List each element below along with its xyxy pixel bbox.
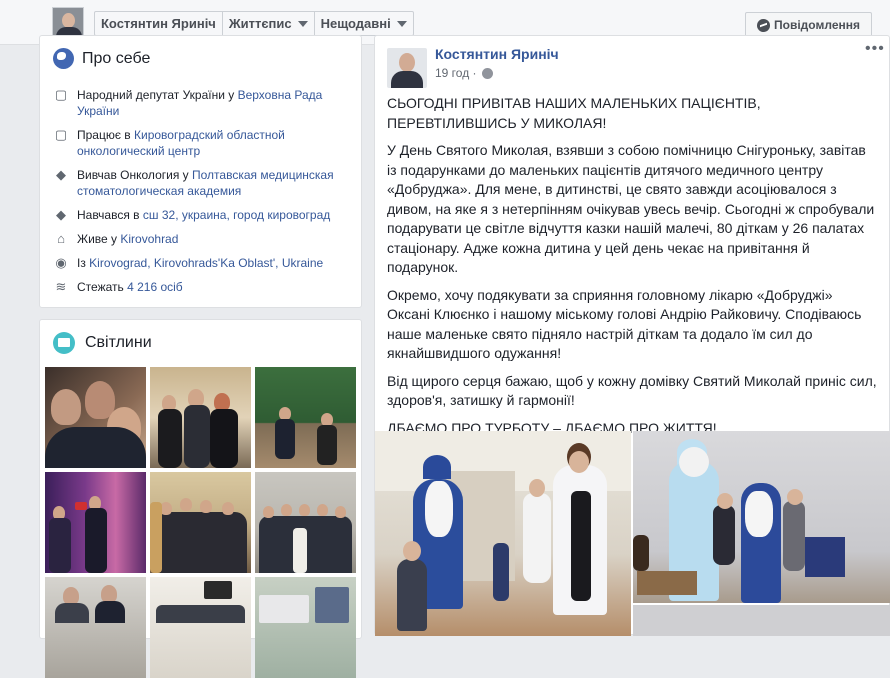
crumb-timeline[interactable]: Життєпис bbox=[223, 12, 315, 35]
photo-thumbnail[interactable] bbox=[255, 577, 356, 678]
about-item-work: ▢ Народний депутат України у Верховна Ра… bbox=[54, 87, 323, 118]
globe-icon bbox=[481, 67, 493, 79]
photo-thumbnail[interactable] bbox=[255, 367, 356, 468]
photo-thumbnail[interactable] bbox=[150, 367, 251, 468]
post-card: Костянтин Яриніч 19 год · ••• СЬОГОДНІ П… bbox=[374, 35, 890, 636]
graduation-cap-icon: ◆ bbox=[56, 207, 66, 222]
messenger-icon bbox=[757, 18, 771, 32]
crumb-profile-name[interactable]: Костянтин Яриніч bbox=[95, 12, 223, 35]
crumb-recent[interactable]: Нещодавні bbox=[315, 12, 413, 35]
graduation-cap-icon: ◆ bbox=[56, 167, 66, 182]
about-item-lives: ⌂ Живе у Kirovohrad bbox=[53, 231, 353, 247]
link-followers[interactable]: 4 216 осіб bbox=[127, 280, 183, 294]
post-photo[interactable] bbox=[375, 431, 631, 636]
about-card: Про себе ▢ Народний депутат України у Ве… bbox=[39, 35, 362, 308]
post-photo[interactable] bbox=[633, 431, 890, 603]
briefcase-icon: ▢ bbox=[54, 127, 68, 142]
post-paragraph: Від щирого серця бажаю, щоб у кожну домі… bbox=[387, 372, 877, 409]
link-hometown[interactable]: Kirovograd, Kirovohrads'Ka Oblast', Ukra… bbox=[89, 256, 323, 270]
message-button-label: Повідомлення bbox=[774, 18, 860, 32]
post-meta: 19 год · bbox=[435, 66, 493, 80]
photo-icon bbox=[53, 332, 75, 354]
post-paragraph: Окремо, хочу подякувати за сприяння голо… bbox=[387, 286, 862, 362]
link-current-city[interactable]: Kirovohrad bbox=[120, 232, 178, 246]
map-pin-icon: ◉ bbox=[55, 255, 67, 270]
rss-icon: ≋ bbox=[55, 279, 67, 294]
chevron-down-icon bbox=[396, 20, 407, 27]
photo-thumbnail[interactable] bbox=[45, 367, 146, 468]
post-text: СЬОГОДНІ ПРИВІТАВ НАШИХ МАЛЕНЬКИХ ПАЦІЄН… bbox=[387, 94, 879, 446]
photo-thumbnail[interactable] bbox=[150, 577, 251, 678]
photos-title[interactable]: Світлини bbox=[85, 334, 152, 352]
photo-grid bbox=[45, 367, 357, 678]
post-timestamp[interactable]: 19 год · bbox=[435, 66, 477, 80]
post-author-avatar[interactable] bbox=[387, 48, 427, 88]
about-item-followers: ≋ Стежать 4 216 осіб bbox=[53, 279, 353, 295]
about-item-school: ◆ Навчався в сш 32, украина, город киров… bbox=[53, 207, 353, 223]
about-title: Про себе bbox=[82, 49, 151, 67]
about-list: ▢ Народний депутат України у Верховна Ра… bbox=[53, 87, 353, 303]
post-paragraph: У День Святого Миколая, взявши з собою п… bbox=[387, 142, 875, 275]
briefcase-icon: ▢ bbox=[54, 87, 68, 102]
about-item-work: ▢ Працює в Кировоградский областной онко… bbox=[54, 127, 285, 158]
home-icon: ⌂ bbox=[57, 231, 65, 246]
chevron-down-icon bbox=[297, 20, 308, 27]
post-paragraph: СЬОГОДНІ ПРИВІТАВ НАШИХ МАЛЕНЬКИХ ПАЦІЄН… bbox=[387, 95, 761, 131]
photo-thumbnail[interactable] bbox=[150, 472, 251, 573]
photo-thumbnail[interactable] bbox=[45, 577, 146, 678]
breadcrumb: Костянтин Яриніч Життєпис Нещодавні bbox=[94, 11, 414, 36]
about-item-hometown: ◉ Із Kirovograd, Kirovohrads'Ka Oblast',… bbox=[53, 255, 353, 271]
post-author-name[interactable]: Костянтин Яриніч bbox=[435, 46, 559, 62]
post-photo[interactable] bbox=[633, 605, 890, 636]
photo-thumbnail[interactable] bbox=[45, 472, 146, 573]
photo-thumbnail[interactable] bbox=[255, 472, 356, 573]
link-school[interactable]: сш 32, украина, город кировоград bbox=[143, 208, 330, 222]
more-options-icon[interactable]: ••• bbox=[865, 40, 885, 58]
globe-icon bbox=[53, 48, 74, 69]
photos-card: Світлини bbox=[39, 319, 362, 678]
about-item-education: ◆ Вивчав Онкология у Полтавская медицинс… bbox=[53, 167, 353, 199]
